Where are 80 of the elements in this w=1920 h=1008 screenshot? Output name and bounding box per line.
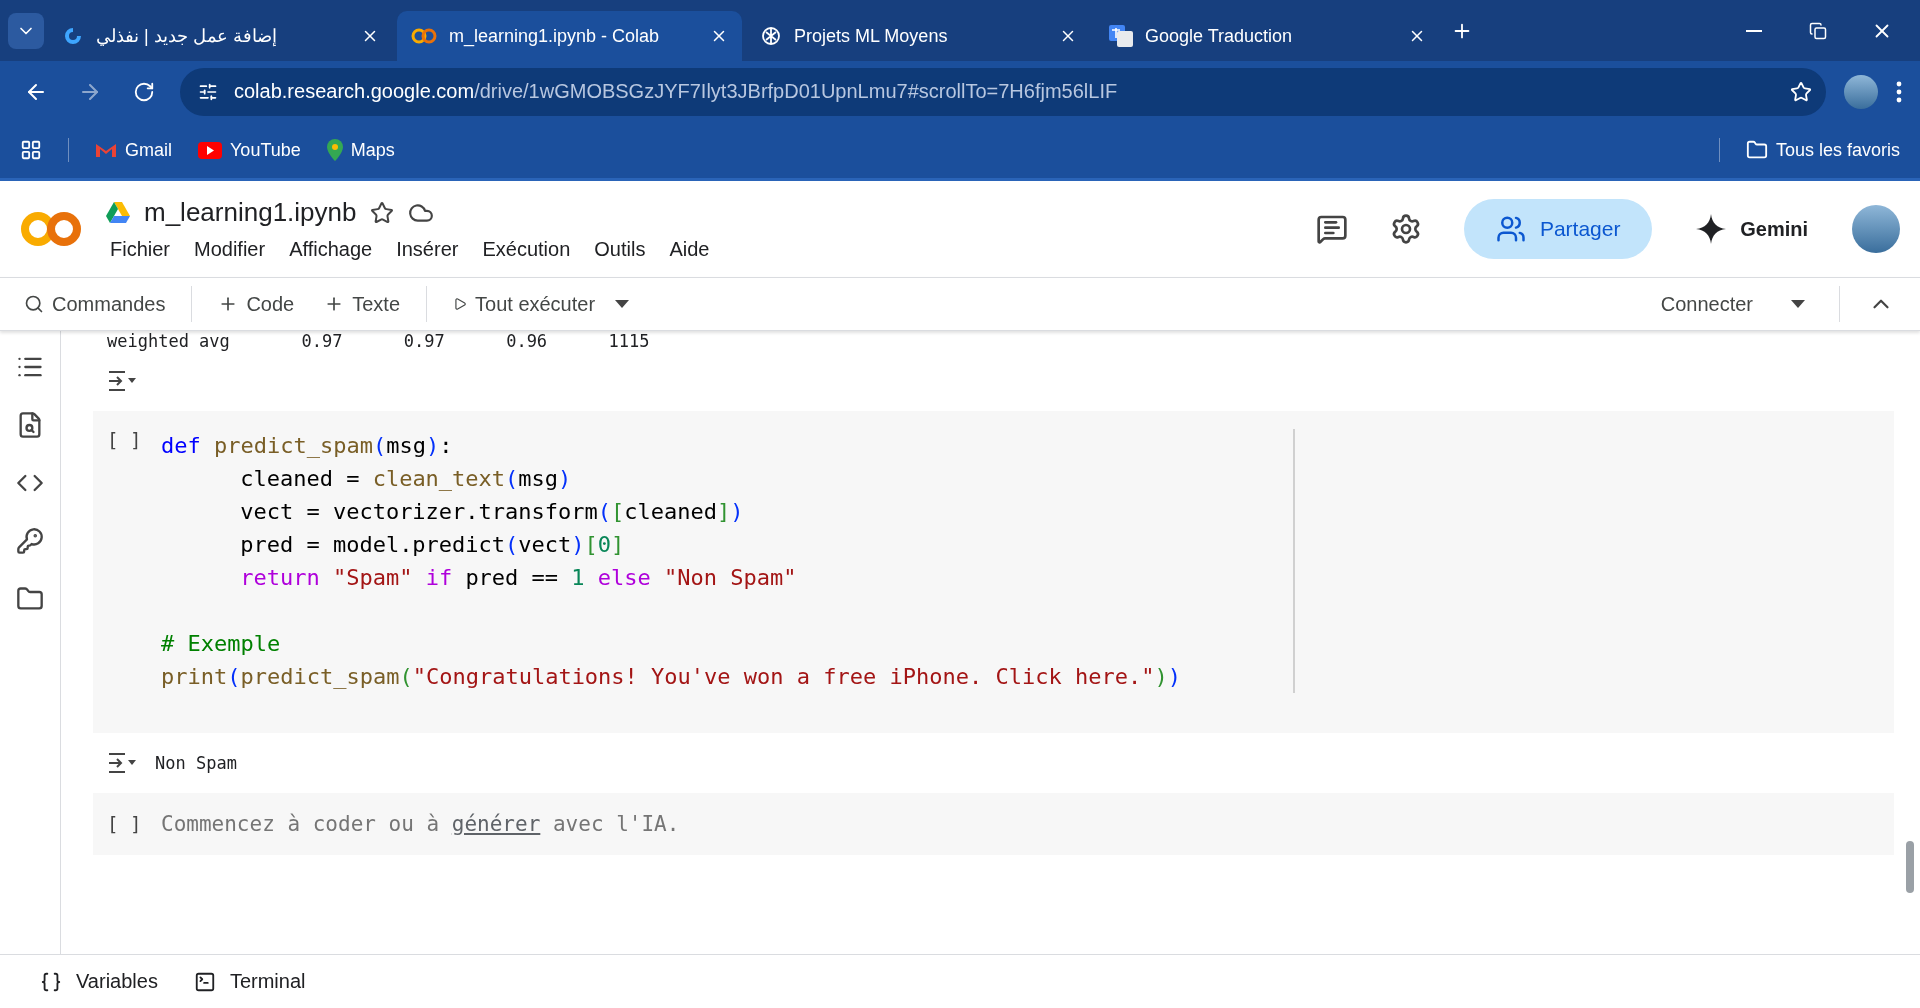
empty-code-cell[interactable]: [ ] Commencez à coder ou à générer avec l'IA.	[93, 793, 1894, 855]
bottom-panel-button[interactable]: Terminal	[193, 970, 306, 993]
menu-item[interactable]: Exécution	[482, 238, 571, 261]
code-line: return "Spam" if pred == 1 else "Non Spam"	[239, 564, 797, 592]
tab-title: إضافة عمل جديد | نفذلي	[96, 25, 278, 47]
bookmark-star-icon[interactable]	[1790, 80, 1812, 103]
comments-icon[interactable]	[1316, 213, 1349, 245]
address-bar[interactable]: colab.research.google.com/drive/1wGMOBSGzJYF7Ilyt3JBrfpD01UpnLmu7#scrollTo=7H6fjm56lLIF	[180, 67, 1826, 116]
browser-tab[interactable]: Google Traduction	[1095, 11, 1440, 61]
add-code-button[interactable]: Code	[208, 284, 305, 324]
browser-tab[interactable]: Projets ML Moyens	[746, 11, 1091, 61]
notebook-title[interactable]: m_learning1.ipynb	[144, 197, 357, 228]
gemini-button[interactable]: Gemini	[1676, 214, 1828, 244]
reload-icon	[133, 80, 155, 103]
browser-tab[interactable]: m_learning1.ipynb - Colab	[397, 11, 742, 61]
star-icon[interactable]	[370, 200, 395, 225]
tab-title: m_learning1.ipynb - Colab	[449, 25, 661, 47]
profile-avatar[interactable]	[1844, 74, 1878, 109]
folder-icon[interactable]	[16, 585, 44, 613]
bookmark-link[interactable]: YouTube	[198, 139, 301, 161]
bottom-panel-button[interactable]: Variables	[40, 970, 158, 993]
code-line: vect = vectorizer.transform([cleaned])	[239, 498, 744, 526]
sparkle-icon	[1696, 214, 1727, 244]
map-pin-icon	[326, 139, 343, 161]
menu-item[interactable]: Modifier	[194, 238, 266, 261]
dropdown-caret-icon[interactable]	[615, 300, 630, 308]
people-icon	[1495, 214, 1526, 244]
terminal-icon	[193, 970, 216, 993]
all-bookmarks-link[interactable]: Tous les favoris	[1745, 139, 1900, 161]
output-text: weighted avg 0.97 0.97 0.96 1115	[107, 331, 650, 351]
tab-title: Projets ML Moyens	[794, 25, 949, 47]
add-text-button[interactable]: Texte	[314, 284, 410, 324]
more-icon[interactable]	[1896, 80, 1902, 103]
menu-item[interactable]: Outils	[594, 238, 646, 261]
key-icon[interactable]	[16, 527, 44, 555]
folder-icon	[1745, 139, 1768, 161]
code-line: def predict_spam(msg):	[161, 432, 453, 460]
menu-item[interactable]: Aide	[669, 238, 710, 261]
tab-title: Google Traduction	[1145, 25, 1294, 47]
menu-item[interactable]: Insérer	[396, 238, 459, 261]
apps-icon[interactable]	[20, 139, 42, 161]
restore-icon	[1809, 21, 1827, 40]
colab-logo-icon	[411, 28, 437, 44]
run-all-button[interactable]: Tout exécuter	[443, 284, 606, 324]
menu-item[interactable]: Affichage	[289, 238, 373, 261]
output-icon[interactable]	[107, 369, 137, 393]
translate-icon	[1109, 25, 1133, 47]
colab-logo	[20, 210, 82, 248]
code-cell[interactable]	[93, 411, 1894, 733]
menu-item[interactable]: Fichier	[110, 238, 170, 261]
output-text: Non Spam	[155, 753, 237, 773]
drive-icon	[106, 202, 130, 223]
profile-avatar[interactable]	[1852, 205, 1900, 253]
dropdown-caret-icon[interactable]	[1791, 300, 1805, 308]
search-icon	[24, 294, 44, 314]
share-button[interactable]: Partager	[1464, 199, 1653, 259]
play-icon	[198, 141, 222, 159]
bookmark-link[interactable]: Maps	[326, 139, 395, 161]
run-marker[interactable]: [ ]	[107, 429, 161, 693]
minimize-icon	[1746, 29, 1762, 32]
braces-icon	[40, 970, 62, 993]
code-line: # Exemple	[161, 630, 281, 658]
mail-icon	[95, 142, 117, 158]
code-line: cleaned = clean_text(msg)	[239, 465, 572, 493]
cell-placeholder: Commencez à coder ou à générer avec l'IA.	[161, 812, 680, 836]
swirl-icon	[62, 25, 84, 47]
code-line: print(predict_spam("Congratulations! You've won a free iPhone. Click here."))	[161, 663, 1181, 691]
browser-tab[interactable]: إضافة عمل جديد | نفذلي	[48, 11, 393, 61]
site-settings-icon[interactable]	[198, 81, 218, 102]
knot-icon	[760, 25, 782, 47]
run-marker[interactable]: [ ]	[107, 813, 161, 835]
generate-link[interactable]: générer	[451, 812, 541, 836]
scrollbar-thumb[interactable]	[1906, 841, 1914, 893]
connect-button[interactable]: Connecter	[1650, 284, 1763, 324]
code-line: pred = model.predict(vect)[0]	[239, 531, 625, 559]
url-text: colab.research.google.com/drive/1wGMOBSGzJYF7Ilyt3JBrfpD01UpnLmu7#scrollTo=7H6fjm56lLIF	[234, 80, 1118, 103]
output-icon[interactable]	[107, 751, 137, 775]
commands-button[interactable]: Commandes	[14, 284, 176, 324]
bookmark-link[interactable]: Gmail	[95, 139, 172, 161]
play-icon	[453, 297, 467, 311]
